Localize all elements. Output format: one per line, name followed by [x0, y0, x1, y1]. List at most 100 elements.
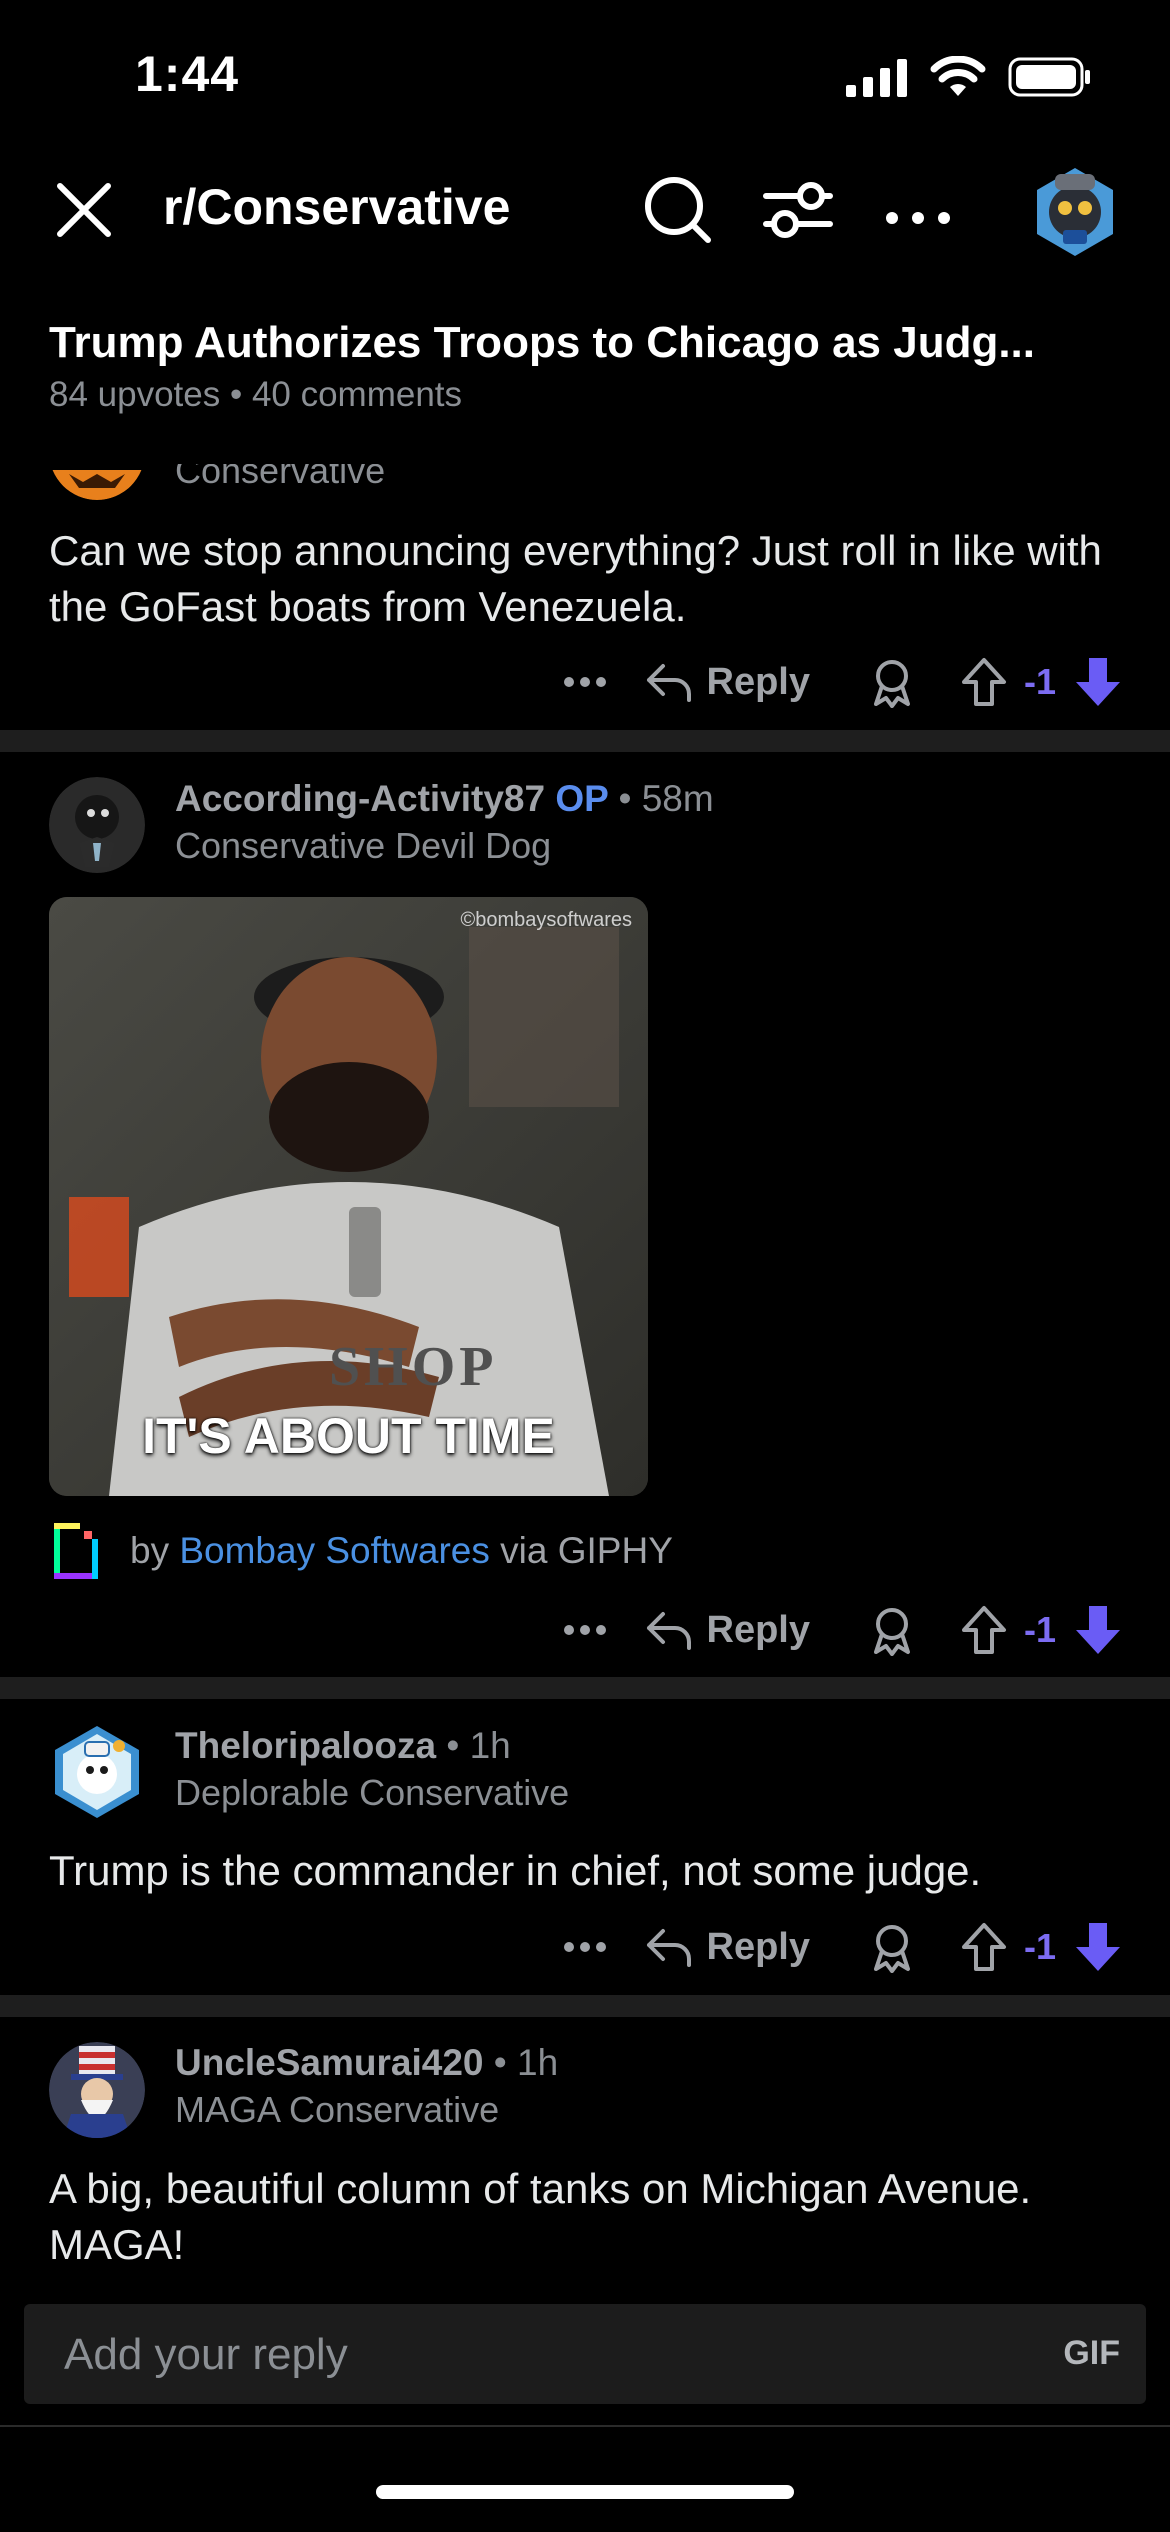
more-icon	[563, 677, 606, 687]
status-icons	[846, 56, 1092, 98]
upvote-icon	[961, 1923, 1006, 1971]
username[interactable]: According-Activity87	[175, 778, 545, 819]
reply-arrow-icon	[646, 1929, 691, 1967]
downvote-icon	[1076, 658, 1120, 706]
user-flair: MAGA Conservative	[175, 2089, 500, 2130]
status-time: 1:44	[135, 46, 240, 102]
snoo-avatar-icon	[1037, 168, 1113, 256]
wifi-icon	[930, 56, 986, 96]
gif-caption: IT'S ABOUT TIME	[142, 1408, 555, 1464]
op-badge: OP	[555, 778, 609, 819]
downvote-button[interactable]	[1070, 1602, 1126, 1658]
username[interactable]: Theloripalooza	[175, 1725, 436, 1766]
upvote-icon	[961, 658, 1006, 706]
uncle-sam-avatar-icon	[49, 2042, 145, 2138]
reply-arrow-icon	[646, 664, 691, 702]
close-icon	[57, 183, 111, 237]
separator-dot: •	[446, 1725, 460, 1766]
search-icon	[645, 177, 711, 243]
home-indicator[interactable]	[376, 2485, 794, 2499]
search-button[interactable]	[640, 172, 716, 248]
award-button[interactable]	[866, 656, 918, 708]
post-title[interactable]: Trump Authorizes Troops to Chicago as Ju…	[49, 318, 1035, 368]
pumpkin-avatar-icon	[52, 470, 142, 500]
award-button[interactable]	[866, 1921, 918, 1973]
status-bar: 1:44	[0, 0, 1170, 150]
gif-button[interactable]: GIF	[1063, 2334, 1120, 2373]
vote-score: -1	[1023, 1926, 1056, 1967]
award-button[interactable]	[866, 1604, 918, 1656]
reply-input[interactable]: Add your reply GIF	[24, 2304, 1146, 2404]
comment-body: A big, beautiful column of tanks on Mich…	[49, 2165, 1032, 2268]
reply-button[interactable]: Reply	[645, 660, 810, 704]
giphy-via: via GIPHY	[500, 1530, 673, 1571]
upvote-button[interactable]	[958, 1604, 1010, 1656]
bottom-divider	[0, 2425, 1170, 2427]
giphy-by: by	[130, 1530, 170, 1571]
upvote-button[interactable]	[958, 1921, 1010, 1973]
comment-author[interactable]: Theloripalooza • 1h	[175, 1725, 511, 1767]
user-flair: Conservative Devil Dog	[175, 825, 552, 866]
comment-divider	[0, 730, 1170, 752]
close-button[interactable]	[52, 178, 116, 242]
comment-more-button[interactable]	[555, 1600, 615, 1660]
chef-avatar-icon	[55, 1726, 139, 1818]
comment-actions: Reply -1	[555, 1917, 1127, 1977]
separator-dot: •	[618, 778, 632, 819]
username[interactable]: UncleSamurai420	[175, 2042, 484, 2083]
more-options-button[interactable]	[880, 172, 956, 248]
user-avatar[interactable]	[1025, 160, 1125, 260]
comment-age: 1h	[517, 2042, 559, 2083]
more-icon	[563, 1942, 606, 1952]
filter-icon	[763, 182, 833, 238]
award-icon	[873, 660, 910, 708]
filter-button[interactable]	[760, 172, 836, 248]
comment-age: 58m	[641, 778, 714, 819]
comment-actions: Reply -1	[555, 652, 1127, 712]
avatar[interactable]	[49, 777, 145, 873]
downvote-icon	[1076, 1923, 1120, 1971]
comment-body: Trump is the commander in chief, not som…	[49, 1847, 982, 1894]
more-icon	[886, 212, 950, 224]
comment-author[interactable]: UncleSamurai420 • 1h	[175, 2042, 558, 2084]
upvote-icon	[961, 1606, 1006, 1654]
reply-label: Reply	[706, 660, 810, 703]
comment-divider	[0, 1995, 1170, 2017]
comment-author[interactable]: According-Activity87 OP • 58m	[175, 778, 714, 820]
reply-label: Reply	[706, 1608, 810, 1651]
award-icon	[873, 1925, 910, 1973]
subreddit-title[interactable]: r/Conservative	[163, 178, 510, 236]
comment-age: 1h	[469, 1725, 511, 1766]
avatar[interactable]	[49, 470, 145, 500]
user-flair: Conservative	[175, 450, 386, 491]
downvote-button[interactable]	[1070, 654, 1126, 710]
giphy-attribution: by Bombay Softwares via GIPHY	[52, 1520, 673, 1582]
gif-watermark: ©bombaysoftwares	[460, 909, 632, 931]
gif-attachment[interactable]: ©bombaysoftwares SHOP IT'S ABOUT TIME	[49, 897, 648, 1496]
reply-label: Reply	[706, 1925, 810, 1968]
comment-actions: Reply -1	[555, 1600, 1127, 1660]
top-nav: r/Conservative	[0, 160, 1170, 260]
upvote-button[interactable]	[958, 656, 1010, 708]
downvote-icon	[1076, 1606, 1120, 1654]
signal-icon	[846, 59, 907, 97]
battery-icon	[1008, 57, 1090, 97]
comment-more-button[interactable]	[555, 652, 615, 712]
reply-placeholder[interactable]: Add your reply	[64, 2330, 348, 2380]
downvote-button[interactable]	[1070, 1919, 1126, 1975]
giphy-author-link[interactable]: Bombay Softwares	[179, 1530, 490, 1571]
reply-button[interactable]: Reply	[645, 1608, 810, 1652]
award-icon	[873, 1608, 910, 1656]
comment-body: Can we stop announcing everything? Just …	[49, 527, 1102, 630]
gif-shirt-text: SHOP	[329, 1336, 498, 1398]
avatar[interactable]	[49, 1724, 145, 1820]
vote-score: -1	[1023, 661, 1056, 702]
vote-score: -1	[1023, 1609, 1056, 1650]
reply-button[interactable]: Reply	[645, 1925, 810, 1969]
avatar[interactable]	[49, 2042, 145, 2138]
comment-more-button[interactable]	[555, 1917, 615, 1977]
comment-divider	[0, 1677, 1170, 1699]
separator-dot: •	[493, 2042, 507, 2083]
giphy-icon	[54, 1523, 98, 1579]
user-flair: Deplorable Conservative	[175, 1772, 570, 1813]
